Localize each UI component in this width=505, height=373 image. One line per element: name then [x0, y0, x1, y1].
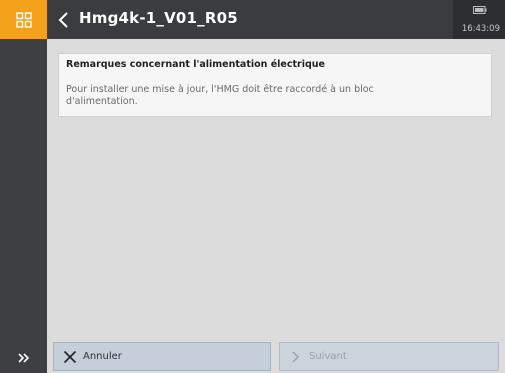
sidebar — [0, 0, 47, 373]
cancel-label: Annuler — [83, 351, 122, 362]
header: Hmg4k-1_V01_R05 16:43:09 — [47, 0, 505, 39]
notice-title: Remarques concernant l'alimentation élec… — [66, 59, 325, 70]
screen: Hmg4k-1_V01_R05 16:43:09 Remarques conce… — [0, 0, 505, 373]
expand-sidebar-button[interactable] — [0, 343, 47, 373]
status-area: 16:43:09 — [453, 0, 505, 39]
chevron-left-icon[interactable] — [57, 11, 71, 29]
page-title: Hmg4k-1_V01_R05 — [79, 9, 238, 27]
cancel-button[interactable]: Annuler — [53, 342, 271, 371]
clock: 16:43:09 — [461, 24, 500, 34]
notice-body: Pour installer une mise à jour, l'HMG do… — [66, 84, 374, 107]
close-icon — [63, 350, 77, 363]
power-notice-card: Remarques concernant l'alimentation élec… — [58, 53, 492, 117]
next-button[interactable]: Suivant — [279, 342, 499, 371]
double-chevron-right-icon — [17, 353, 29, 363]
home-button[interactable] — [0, 0, 47, 39]
grid-icon — [15, 11, 32, 28]
chevron-right-icon — [292, 350, 300, 363]
next-label: Suivant — [309, 351, 347, 362]
battery-icon — [473, 6, 487, 14]
